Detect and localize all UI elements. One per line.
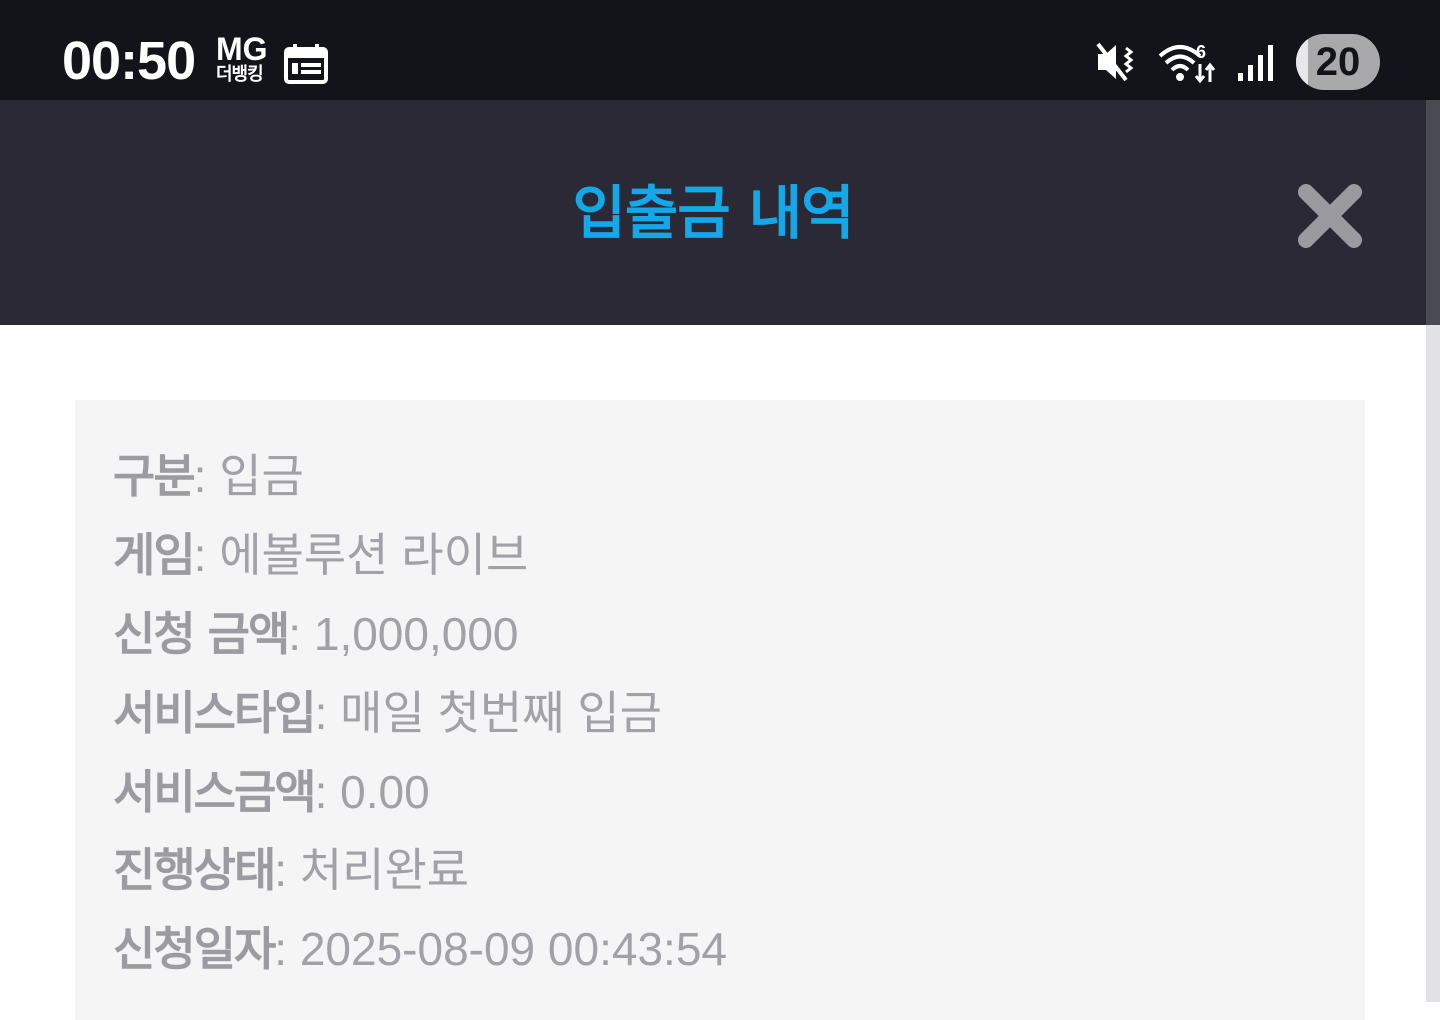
scrollbar-thumb[interactable]	[1426, 100, 1440, 325]
detail-label: 진행상태	[113, 843, 276, 897]
detail-value: 에볼루션 라이브	[219, 529, 529, 581]
close-button[interactable]	[1290, 178, 1370, 254]
wifi-6-icon: 6	[1158, 42, 1216, 84]
detail-row-request-date: 신청일자: 2025-08-09 00:43:54	[113, 922, 727, 976]
detail-value: 0.00	[340, 766, 430, 818]
detail-row-service-type: 서비스타입: 매일 첫번째 입금	[113, 686, 662, 740]
carrier-badge-top: MG	[216, 31, 268, 67]
detail-label: 신청 금액	[113, 607, 290, 661]
detail-value: 매일 첫번째 입금	[340, 687, 662, 739]
detail-label: 구분	[113, 449, 196, 503]
battery-level: 20	[1315, 40, 1361, 84]
detail-row-game: 게임: 에볼루션 라이브	[113, 528, 529, 582]
calendar-icon	[284, 44, 328, 84]
status-icons: 6 20	[1096, 34, 1380, 90]
carrier-badge: MG 더뱅킹	[216, 31, 278, 86]
detail-row-amount: 신청 금액: 1,000,000	[113, 607, 519, 661]
page-title: 입출금 내역	[572, 179, 855, 247]
detail-label: 신청일자	[113, 922, 276, 976]
detail-value: 처리완료	[299, 844, 470, 896]
detail-row-type: 구분: 입금	[113, 449, 304, 503]
detail-label: 서비스타입	[113, 686, 317, 740]
transaction-detail-card: 구분: 입금 게임: 에볼루션 라이브 신청 금액: 1,000,000 서비스…	[75, 400, 1365, 1020]
svg-text:6: 6	[1196, 42, 1206, 62]
battery-indicator: 20	[1296, 34, 1380, 90]
mute-vibrate-icon	[1096, 42, 1134, 82]
detail-label: 게임	[113, 528, 196, 582]
signal-bars-icon	[1238, 45, 1273, 81]
detail-value: 2025-08-09 00:43:54	[299, 923, 727, 975]
detail-value: 1,000,000	[313, 608, 519, 660]
carrier-badge-bottom: 더뱅킹	[216, 64, 264, 85]
status-time: 00:50	[62, 31, 196, 91]
scrollbar[interactable]	[1426, 100, 1440, 1002]
modal-header: 입출금 내역	[0, 100, 1426, 325]
detail-label: 서비스금액	[113, 765, 317, 819]
status-bar: 00:50 MG 더뱅킹 6 20	[0, 0, 1440, 100]
detail-value: 입금	[219, 450, 304, 502]
detail-row-status: 진행상태: 처리완료	[113, 843, 470, 897]
close-icon	[1298, 184, 1362, 248]
detail-row-service-amount: 서비스금액: 0.00	[113, 765, 430, 819]
